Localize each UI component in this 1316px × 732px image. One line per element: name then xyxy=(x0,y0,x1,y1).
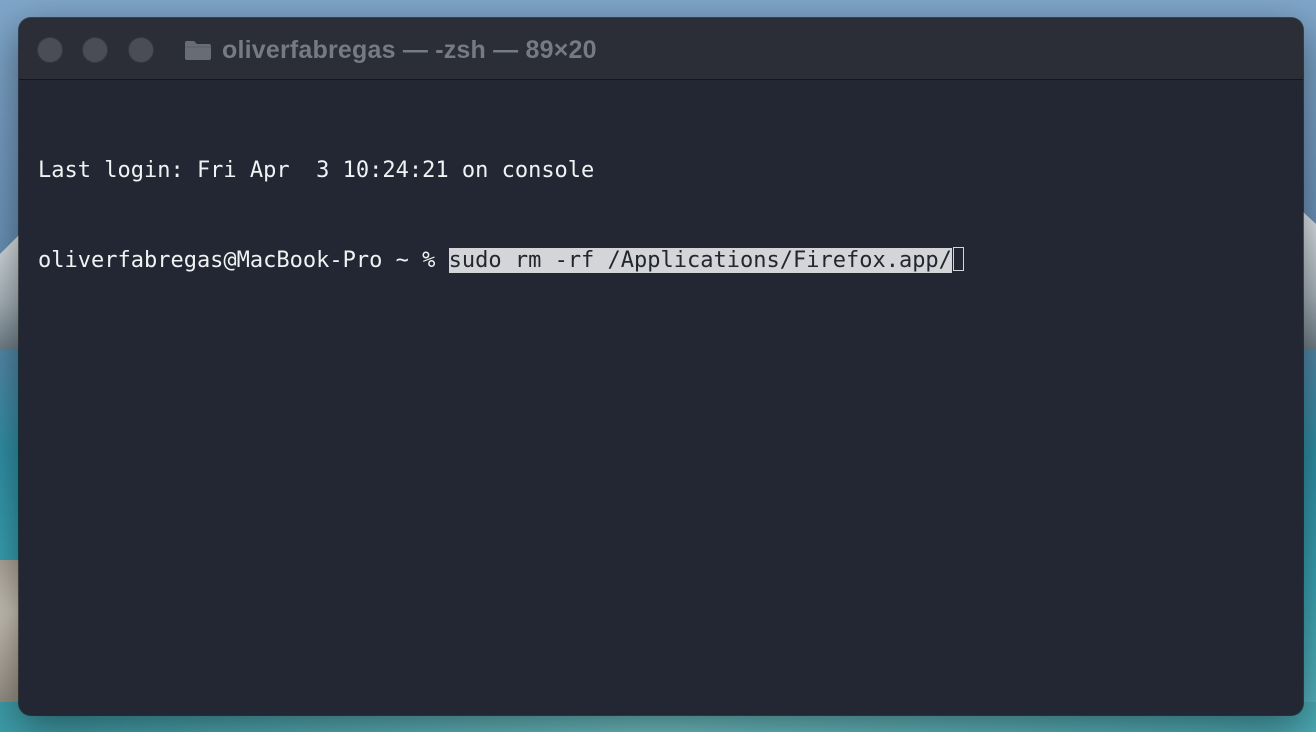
last-login-line: Last login: Fri Apr 3 10:24:21 on consol… xyxy=(38,156,1284,186)
window-title-group: oliverfabregas — -zsh — 89×20 xyxy=(184,35,597,65)
terminal-window[interactable]: oliverfabregas — -zsh — 89×20 Last login… xyxy=(19,18,1303,715)
last-login-text: Last login: Fri Apr 3 10:24:21 on consol… xyxy=(38,158,595,183)
folder-icon xyxy=(184,39,212,61)
selected-command[interactable]: sudo rm -rf /Applications/Firefox.app/ xyxy=(448,248,952,273)
close-button[interactable] xyxy=(37,37,63,63)
zoom-button[interactable] xyxy=(128,37,154,63)
prompt-line[interactable]: oliverfabregas@MacBook-Pro ~ % sudo rm -… xyxy=(38,246,1284,276)
minimize-button[interactable] xyxy=(82,37,108,63)
terminal-content[interactable]: Last login: Fri Apr 3 10:24:21 on consol… xyxy=(38,96,1284,705)
text-cursor xyxy=(952,247,964,271)
shell-prompt: oliverfabregas@MacBook-Pro ~ % xyxy=(38,248,449,273)
window-title: oliverfabregas — -zsh — 89×20 xyxy=(222,35,597,64)
title-bar[interactable]: oliverfabregas — -zsh — 89×20 xyxy=(19,18,1303,80)
